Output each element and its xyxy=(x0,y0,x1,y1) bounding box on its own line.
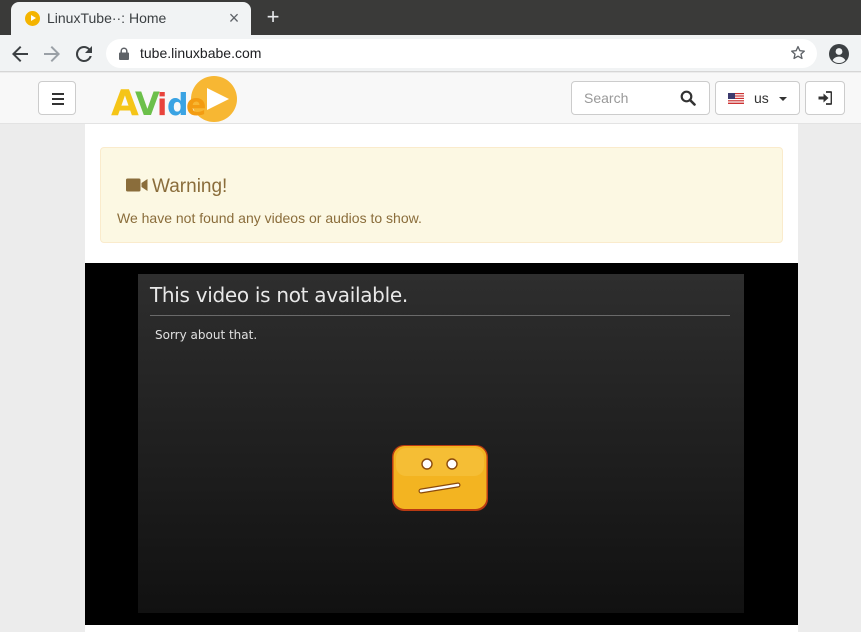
sad-tv-icon xyxy=(392,445,488,511)
language-label: us xyxy=(754,90,769,106)
video-unavailable-title: This video is not available. xyxy=(150,283,408,307)
sign-in-icon xyxy=(818,91,832,105)
profile-avatar-icon[interactable] xyxy=(828,43,850,65)
bookmark-star-icon[interactable] xyxy=(789,44,807,62)
video-unavailable-panel: This video is not available. Sorry about… xyxy=(138,274,744,613)
url-text: tube.linuxbabe.com xyxy=(140,45,262,61)
main-content: Warning! We have not found any videos or… xyxy=(85,124,798,632)
tab-close-button[interactable]: × xyxy=(224,8,244,28)
hamburger-icon-bar xyxy=(52,98,64,100)
alert-title: Warning! xyxy=(152,176,228,197)
reload-button[interactable] xyxy=(72,42,96,66)
back-button[interactable] xyxy=(8,42,32,66)
browser-tab[interactable]: LinuxTube··: Home × xyxy=(11,2,251,35)
warning-alert: Warning! We have not found any videos or… xyxy=(100,147,783,243)
new-tab-button[interactable]: + xyxy=(262,6,284,28)
hamburger-menu-button[interactable] xyxy=(38,81,76,115)
video-unavailable-subtitle: Sorry about that. xyxy=(155,328,258,342)
search-input[interactable] xyxy=(573,83,673,113)
tab-title: LinuxTube··: Home xyxy=(47,10,167,26)
chevron-down-icon xyxy=(779,97,787,101)
reload-icon xyxy=(75,45,92,62)
video-camera-icon xyxy=(126,178,148,192)
address-bar[interactable]: tube.linuxbabe.com xyxy=(106,39,817,68)
svg-text:e: e xyxy=(186,88,206,123)
sign-in-button[interactable] xyxy=(805,81,845,115)
us-flag-icon xyxy=(728,93,744,104)
forward-button[interactable] xyxy=(40,42,64,66)
search-box xyxy=(571,81,710,115)
browser-toolbar: tube.linuxbabe.com xyxy=(0,35,861,72)
divider xyxy=(150,315,730,316)
language-dropdown-button[interactable]: us xyxy=(715,81,800,115)
avideo-logo[interactable]: A V i d e xyxy=(111,75,241,123)
alert-message: We have not found any videos or audios t… xyxy=(117,210,422,226)
site-header: A V i d e us xyxy=(0,73,861,124)
video-player[interactable]: This video is not available. Sorry about… xyxy=(85,263,798,625)
svg-text:i: i xyxy=(157,88,167,123)
hamburger-icon-bar xyxy=(52,103,64,105)
lock-icon xyxy=(119,47,129,60)
browser-tab-strip: LinuxTube··: Home × + xyxy=(0,0,861,35)
hamburger-icon-bar xyxy=(52,93,64,95)
forward-arrow-icon xyxy=(44,46,60,62)
back-arrow-icon xyxy=(12,46,28,62)
play-favicon-icon xyxy=(25,11,40,26)
search-icon[interactable] xyxy=(680,90,696,106)
